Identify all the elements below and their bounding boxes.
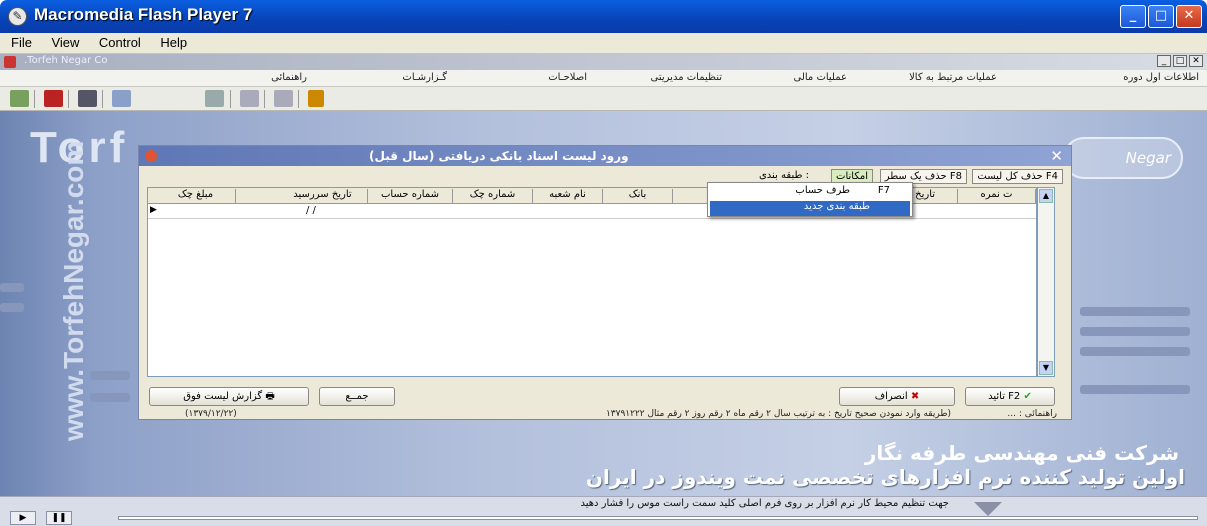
exit-icon[interactable] [308,90,324,107]
flash-player-controls: جهت تنظیم محیط کار نرم افزار بر روی فرم … [0,496,1207,526]
col-cheque-amount: مبلغ چک [156,189,236,203]
scroll-down-icon[interactable]: ▼ [1039,361,1053,375]
menu-bar: File View Control Help [0,33,1207,54]
write-icon[interactable] [240,90,259,107]
menu-view[interactable]: View [46,33,84,52]
appmenu-corrections[interactable]: اصلاحـات [548,72,587,83]
inner-close-button[interactable]: ✕ [1189,55,1203,67]
inner-window-title: .Torfeh Negar Co [24,55,108,66]
dialog-titlebar[interactable]: ورود لیست اسناد بانکی دریافتی (سال قبل) … [139,146,1071,166]
appmenu-reports[interactable]: گـزارشـات [402,72,447,83]
play-icon[interactable]: ▶ [10,511,36,525]
edit-icon[interactable] [205,90,224,107]
table-scrollbar[interactable]: ▲ ▼ [1037,187,1055,377]
minimize-button[interactable]: _ [1120,5,1146,28]
inner-restore-button[interactable]: □ [1173,55,1187,67]
window-title: Macromedia Flash Player 7 [34,5,253,24]
company-logo: Negar [1063,137,1183,179]
menu-help[interactable]: Help [155,33,192,52]
appmenu-goods-ops[interactable]: عملیات مرتبط به کالا [909,72,997,83]
check-icon: ✔ [1023,391,1032,402]
company-slogan: اولین تولید کننده نرم افزارهای تخصصی نمت… [585,465,1185,489]
status-date-hint: (طریقه وارد نمودن صحیح تاریخ : به ترتیب … [605,409,951,419]
menu-file[interactable]: File [6,33,37,52]
dialog-icon [145,150,157,162]
status-bar: ... : راهنمائی (طریقه وارد نمودن صحیح تا… [147,409,1057,421]
app-menu: اطلاعات اول دوره عملیات مرتبط به کالا عم… [0,70,1207,87]
row-pointer-icon: ▶ [150,205,157,215]
cancel-x-icon: ✖ [910,391,920,402]
appmenu-financial-ops[interactable]: عملیات مالی [793,72,847,83]
close-button[interactable]: ✕ [1176,5,1202,28]
appmenu-help[interactable]: راهنمائی [271,72,307,83]
delete-all-button[interactable]: حذف کل لیست F4 [972,169,1063,184]
dialog-close-icon[interactable]: ✕ [1050,147,1063,165]
calendar-icon[interactable] [78,90,97,107]
status-date-example: (۱۳۷۹/۱۲/۲۲) [185,409,237,419]
pause-icon[interactable]: ❚❚ [46,511,72,525]
appmenu-management-settings[interactable]: تنظیمات مدیریتی [651,72,722,83]
col-account-number: شماره حساب [368,189,453,203]
notepad-icon[interactable] [112,90,131,107]
cancel-button[interactable]: انصراف ✖ [839,387,955,406]
maximize-button[interactable]: □ [1148,5,1174,28]
printer-icon: 🖶 [265,391,275,402]
tools-icon[interactable] [274,90,293,107]
sum-button[interactable]: جمــع [319,387,395,406]
player-hint: جهت تنظیم محیط کار نرم افزار بر روی فرم … [580,498,949,509]
company-name: شرکت فنی مهندسی طرفه نگار [864,441,1179,465]
menu-item-counterparty[interactable]: طرف حساب F7 [710,185,910,200]
menu-item-new-classification[interactable]: طبقه بندی جدید [710,201,910,216]
flash-player-icon: ✎ [8,7,27,26]
playback-track[interactable] [118,516,1198,520]
due-date-cell[interactable]: / / [306,205,316,216]
context-menu: طرف حساب F7 طبقه بندی جدید [707,182,913,217]
inner-window-titlebar: .Torfeh Negar Co _ □ ✕ [0,54,1207,70]
menu-control[interactable]: Control [94,33,146,52]
col-cheque-number: شماره چک [453,189,533,203]
status-help: ... : راهنمائی [1007,409,1057,419]
report-button[interactable]: گزارش لیست فوق 🖶 [149,387,309,406]
col-branch-name: نام شعبه [533,189,603,203]
toolbar [0,87,1207,111]
appmenu-opening-info[interactable]: اطلاعات اول دوره [1123,72,1199,83]
calculator-icon[interactable] [10,90,29,107]
confirm-button[interactable]: تائید F2 ✔ [965,387,1055,406]
inner-minimize-button[interactable]: _ [1157,55,1171,67]
scroll-up-icon[interactable]: ▲ [1039,189,1053,203]
col-bank: بانک [603,189,673,203]
bank-documents-dialog: ورود لیست اسناد بانکی دریافتی (سال قبل) … [138,145,1072,420]
dialog-title: ورود لیست اسناد بانکی دریافتی (سال قبل) [369,149,629,163]
website-text: www.TorfehNegar.com [58,140,89,441]
col-due-date: تاریخ سررسید [278,189,368,203]
car-icon[interactable] [44,90,63,107]
col-number: ت نمره [958,189,1036,203]
window-titlebar[interactable]: ✎ Macromedia Flash Player 7 _ □ ✕ [0,0,1207,33]
playback-knob[interactable] [974,502,1002,516]
app-icon [4,56,16,68]
